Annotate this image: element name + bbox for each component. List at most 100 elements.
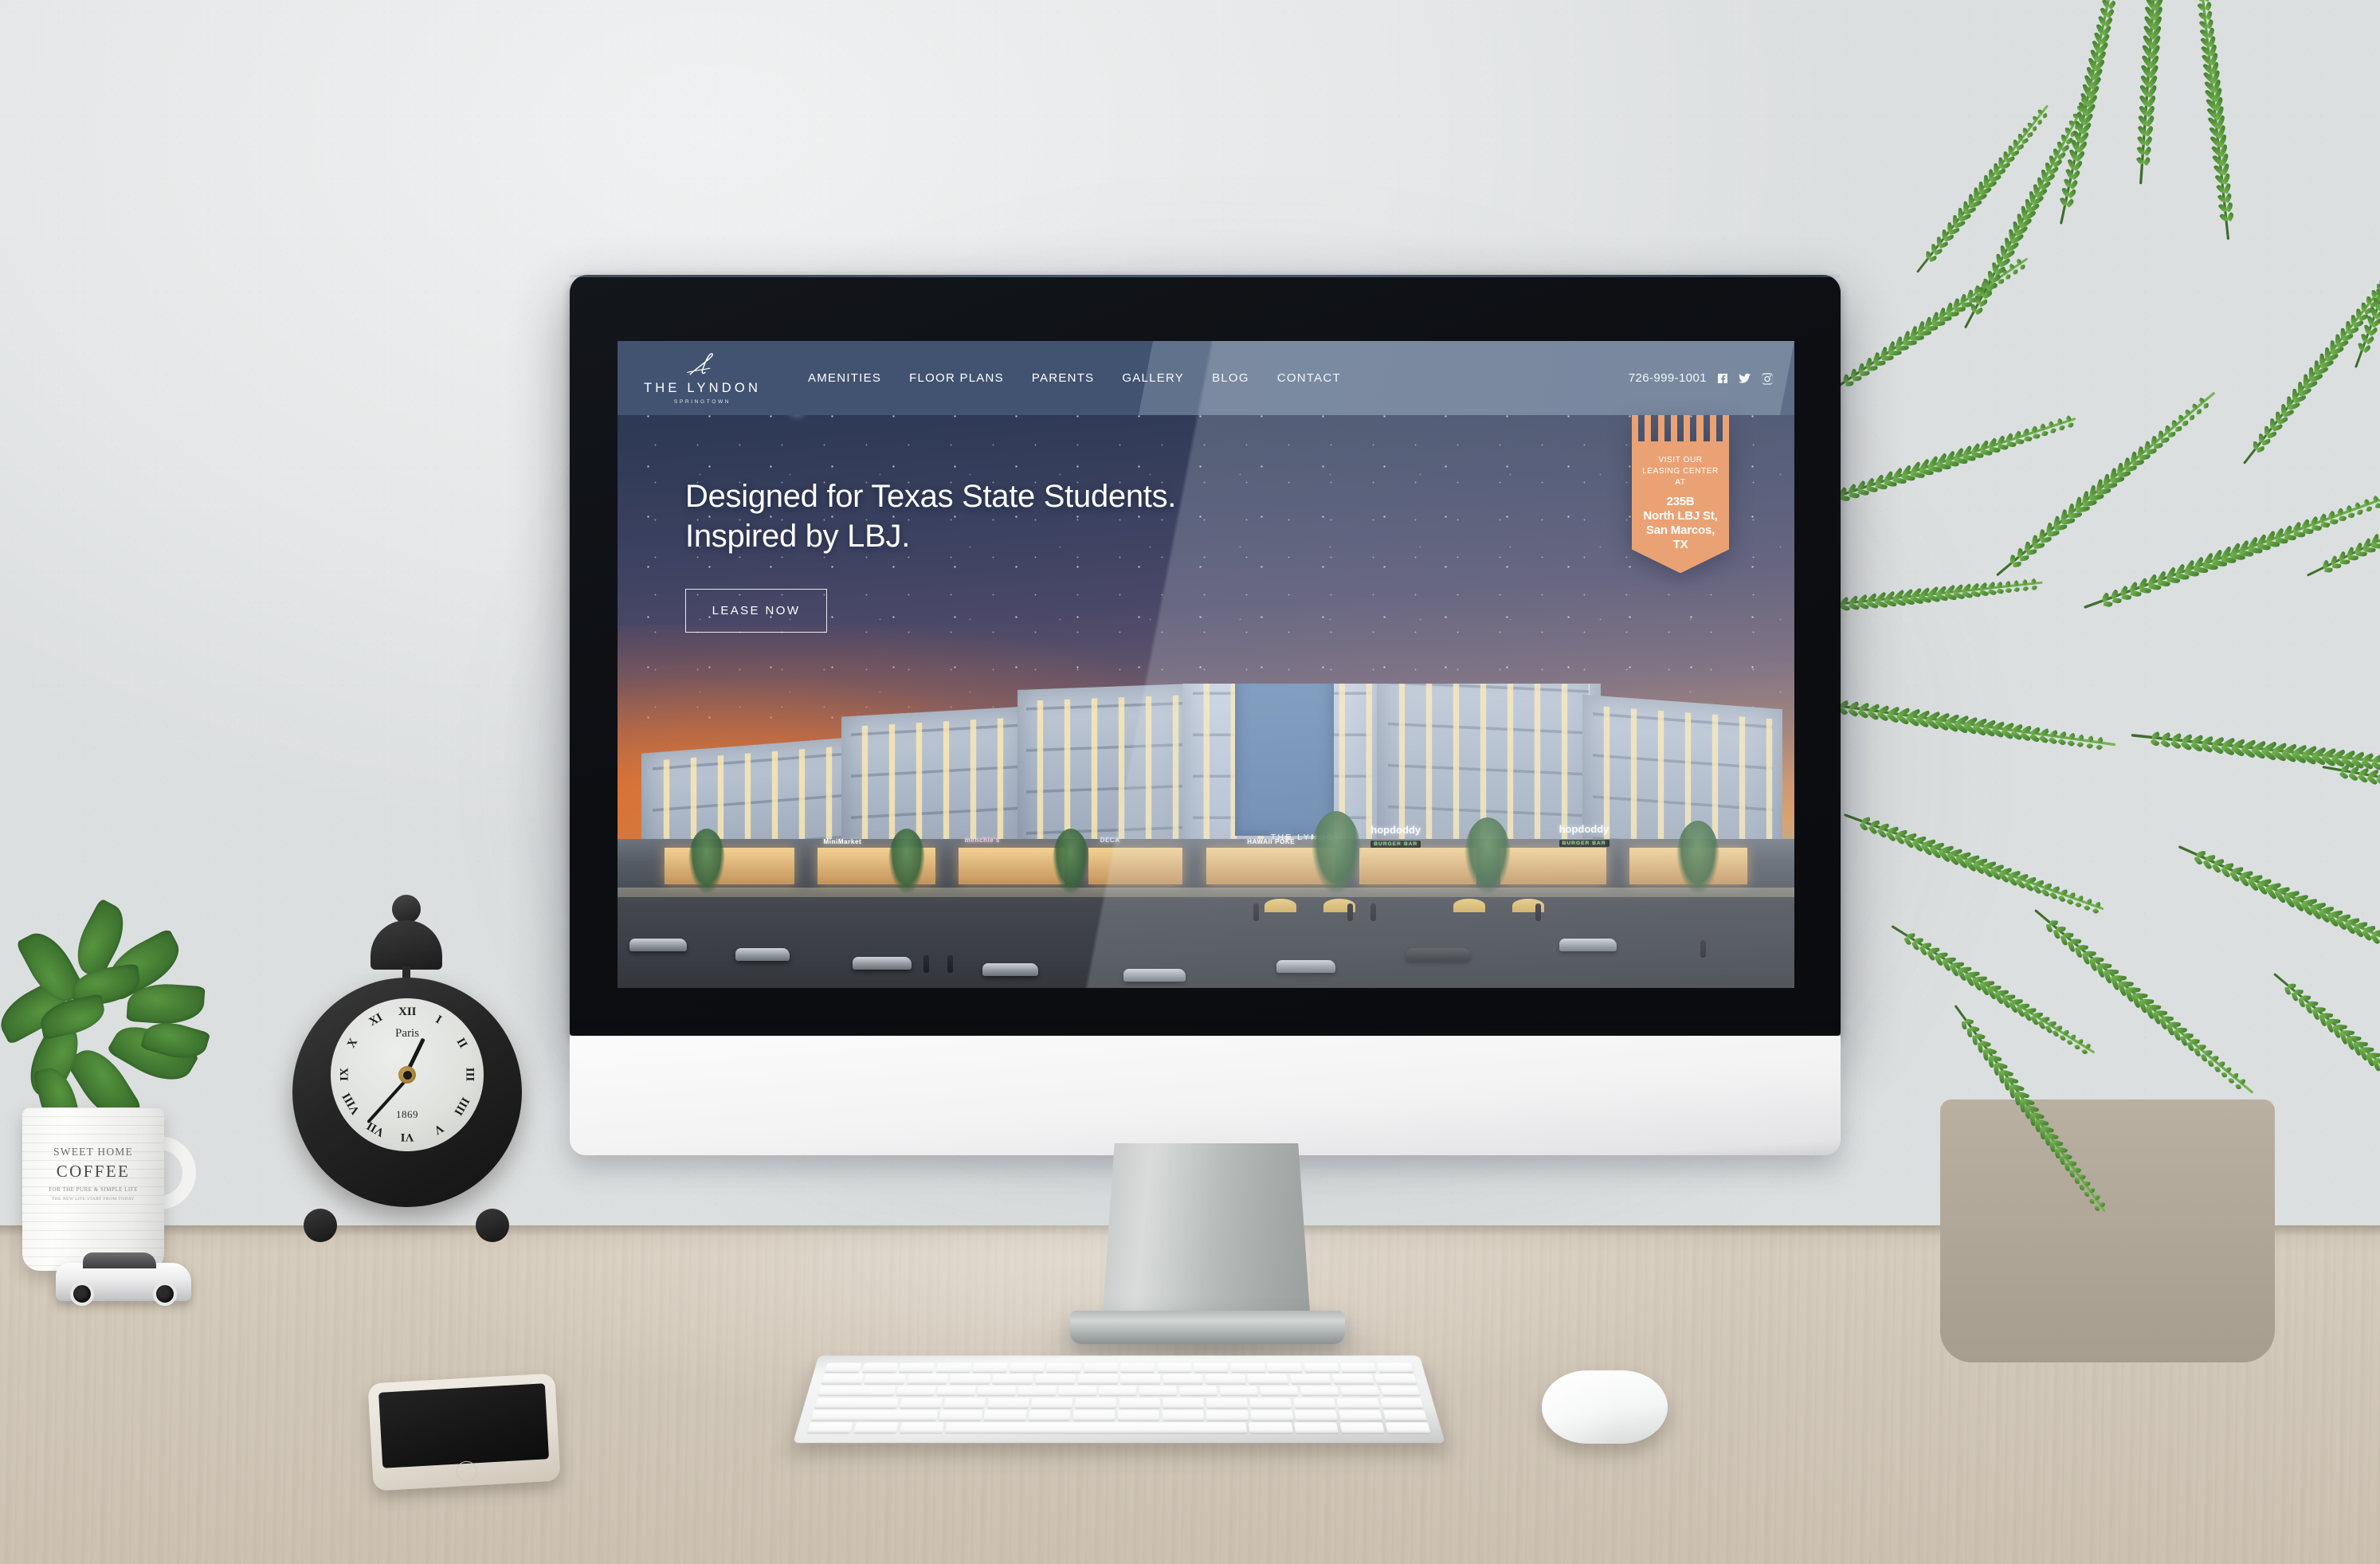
leasing-center-badge[interactable]: VISIT OUR LEASING CENTER AT 235B North L… — [1632, 415, 1730, 574]
keyboard-key[interactable] — [1157, 1362, 1192, 1373]
keyboard-key[interactable] — [1206, 1409, 1249, 1421]
keyboard-row[interactable] — [807, 1422, 1431, 1433]
keyboard-key[interactable] — [814, 1397, 900, 1408]
keyboard-key[interactable] — [987, 1397, 1029, 1408]
keyboard-key[interactable] — [977, 1386, 1017, 1396]
keyboard-key[interactable] — [1247, 1374, 1289, 1384]
keyboard-key[interactable] — [1249, 1397, 1292, 1408]
keyboard-key[interactable] — [1339, 1409, 1383, 1421]
keyboard-key[interactable] — [1385, 1422, 1431, 1433]
keyboard-key[interactable] — [935, 1362, 971, 1373]
phone-screen[interactable] — [378, 1383, 550, 1468]
keyboard-key[interactable] — [1072, 1409, 1116, 1421]
keyboard-key[interactable] — [1336, 1397, 1380, 1408]
keyboard-key[interactable] — [992, 1374, 1033, 1384]
keyboard-key[interactable] — [899, 1422, 944, 1433]
keyboard-key[interactable] — [1331, 1374, 1374, 1384]
keyboard-key[interactable] — [943, 1397, 986, 1408]
keyboard-key[interactable] — [853, 1422, 899, 1433]
keyboard-key[interactable] — [864, 1374, 907, 1384]
keyboard-key[interactable] — [1010, 1362, 1045, 1373]
nav-link-gallery[interactable]: GALLERY — [1122, 371, 1184, 385]
keyboard-key[interactable] — [1119, 1397, 1161, 1408]
keyboard-key[interactable] — [861, 1362, 898, 1373]
lease-now-button[interactable]: LEASE NOW — [685, 588, 827, 633]
keyboard-key[interactable] — [1077, 1374, 1118, 1384]
keyboard-key[interactable] — [1099, 1386, 1137, 1396]
keyboard-key[interactable] — [896, 1386, 936, 1396]
nav-phone-number[interactable]: 726-999-1001 — [1629, 371, 1707, 385]
keyboard-row[interactable] — [825, 1362, 1413, 1373]
nav-link-floor-plans[interactable]: FLOOR PLANS — [909, 371, 1004, 385]
keyboard-key[interactable] — [972, 1362, 1008, 1373]
keyboard-key[interactable] — [1031, 1397, 1073, 1408]
keyboard-key[interactable] — [821, 1374, 864, 1384]
keyboard-key[interactable] — [1058, 1386, 1096, 1396]
keyboard-key[interactable] — [1035, 1374, 1076, 1384]
site-logo[interactable]: THE LYNDON SPRINGTOWN — [618, 351, 782, 405]
keyboard[interactable] — [793, 1355, 1445, 1444]
keyboard-key[interactable] — [1194, 1362, 1229, 1373]
keyboard-key[interactable] — [949, 1374, 991, 1384]
keyboard-key[interactable] — [1139, 1386, 1178, 1396]
keyboard-key[interactable] — [1219, 1386, 1258, 1396]
keyboard-key[interactable] — [1162, 1409, 1205, 1421]
keyboard-key[interactable] — [1017, 1386, 1057, 1396]
keyboard-key[interactable] — [1120, 1362, 1155, 1373]
keyboard-key[interactable] — [825, 1362, 861, 1373]
keyboard-row[interactable] — [810, 1409, 1428, 1421]
keyboard-key[interactable] — [818, 1386, 896, 1396]
keyboard-key[interactable] — [936, 1386, 976, 1396]
keyboard-key[interactable] — [1380, 1397, 1424, 1408]
keyboard-key[interactable] — [898, 1362, 935, 1373]
keyboard-key[interactable] — [1206, 1397, 1249, 1408]
mouse[interactable] — [1542, 1370, 1668, 1444]
keyboard-key[interactable] — [1382, 1409, 1428, 1421]
keyboard-row[interactable] — [814, 1397, 1424, 1408]
nav-link-parents[interactable]: PARENTS — [1032, 371, 1094, 385]
keyboard-key[interactable] — [1259, 1386, 1299, 1396]
keyboard-keys[interactable] — [807, 1362, 1431, 1433]
keyboard-key[interactable] — [1267, 1362, 1303, 1373]
keyboard-key[interactable] — [1292, 1397, 1336, 1408]
keyboard-key[interactable] — [1340, 1362, 1377, 1373]
smartphone[interactable] — [367, 1373, 561, 1491]
keyboard-key[interactable] — [983, 1409, 1027, 1421]
instagram-icon[interactable] — [1761, 372, 1774, 385]
keyboard-key[interactable] — [1179, 1386, 1218, 1396]
nav-link-blog[interactable]: BLOG — [1212, 371, 1249, 385]
keyboard-key[interactable] — [899, 1397, 943, 1408]
keyboard-key[interactable] — [1300, 1386, 1339, 1396]
keyboard-key[interactable] — [1028, 1409, 1071, 1421]
keyboard-key[interactable] — [1339, 1422, 1385, 1433]
keyboard-row[interactable] — [821, 1374, 1417, 1384]
facebook-icon[interactable] — [1716, 372, 1729, 385]
keyboard-key[interactable] — [945, 1422, 1247, 1433]
keyboard-key[interactable] — [1163, 1397, 1205, 1408]
keyboard-key[interactable] — [1250, 1409, 1294, 1421]
monitor-screen[interactable]: THE LYNDON MiniMarket menchie's DECA HAW… — [618, 341, 1794, 988]
keyboard-key[interactable] — [1339, 1386, 1380, 1396]
keyboard-key[interactable] — [1377, 1362, 1413, 1373]
keyboard-key[interactable] — [1380, 1386, 1421, 1396]
keyboard-key[interactable] — [1304, 1362, 1340, 1373]
keyboard-key[interactable] — [810, 1409, 939, 1421]
keyboard-key[interactable] — [1248, 1422, 1293, 1433]
keyboard-key[interactable] — [1205, 1374, 1246, 1384]
keyboard-row[interactable] — [818, 1386, 1421, 1396]
twitter-icon[interactable] — [1739, 372, 1751, 385]
keyboard-key[interactable] — [1075, 1397, 1117, 1408]
keyboard-key[interactable] — [907, 1374, 949, 1384]
nav-link-amenities[interactable]: AMENITIES — [808, 371, 881, 385]
keyboard-key[interactable] — [1046, 1362, 1081, 1373]
keyboard-key[interactable] — [1294, 1422, 1339, 1433]
keyboard-key[interactable] — [1374, 1374, 1417, 1384]
phone-home-button[interactable] — [455, 1460, 477, 1483]
keyboard-key[interactable] — [1083, 1362, 1118, 1373]
keyboard-key[interactable] — [1117, 1409, 1160, 1421]
keyboard-key[interactable] — [1294, 1409, 1339, 1421]
keyboard-key[interactable] — [939, 1409, 982, 1421]
keyboard-key[interactable] — [807, 1422, 853, 1433]
keyboard-key[interactable] — [1120, 1374, 1161, 1384]
keyboard-key[interactable] — [1163, 1374, 1204, 1384]
